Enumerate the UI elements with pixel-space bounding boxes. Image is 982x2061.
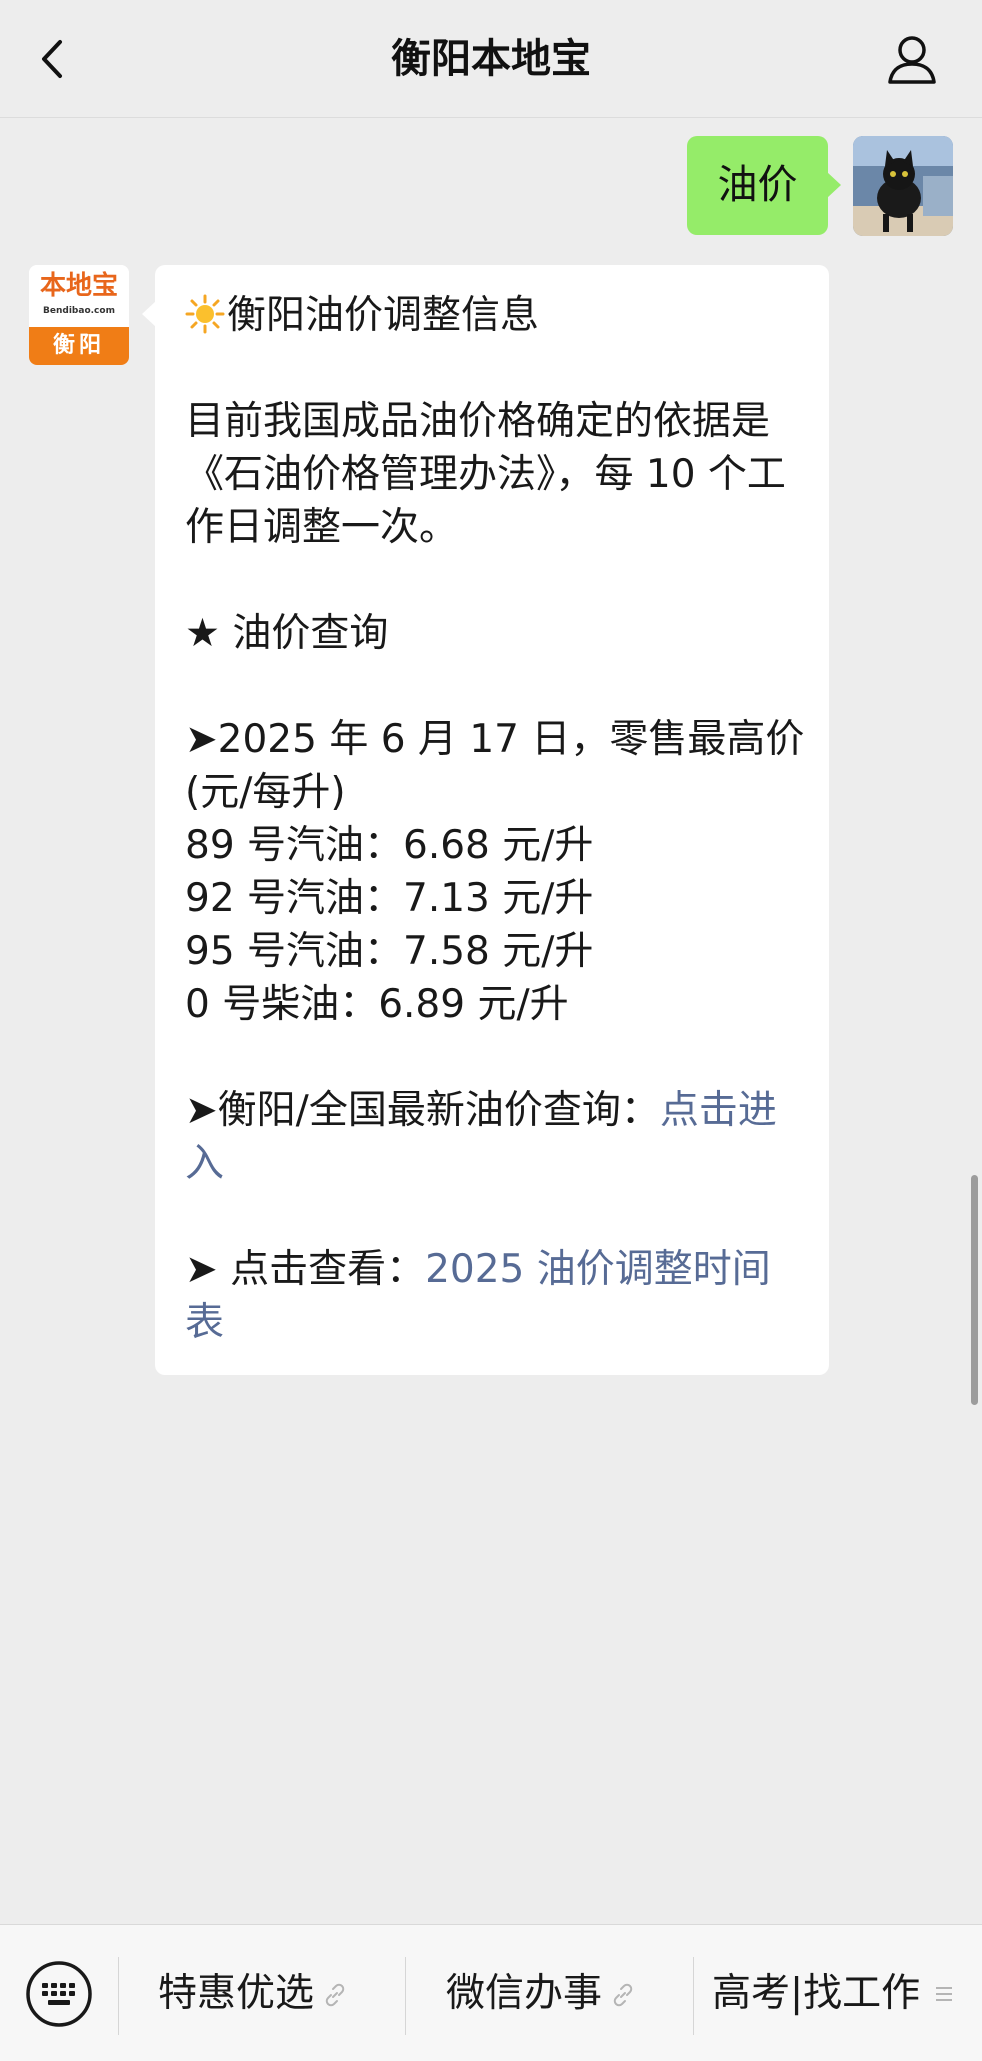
menu-item-wechat-services[interactable]: 微信办事	[446, 1925, 636, 2061]
price-line: 0 号柴油：6.89 元/升	[185, 982, 569, 1027]
menu-item-label: 特惠优选	[158, 1971, 315, 2016]
bottom-menu-bar: 特惠优选 微信办事 高考|找工作	[0, 1924, 982, 2061]
query-line-continued: 入	[185, 1137, 811, 1190]
user-avatar[interactable]	[853, 136, 953, 236]
date-line: (元/每升)	[185, 770, 346, 815]
query-prefix: ➤衡阳/全国最新油价查询：	[185, 1088, 660, 1133]
sun-icon	[185, 294, 225, 334]
menu-icon	[936, 1987, 953, 2001]
menu-item-gaokao-jobs[interactable]: 高考|找工作	[712, 1925, 954, 2061]
price-line: 95 号汽油：7.58 元/升	[185, 929, 594, 974]
black-cat-avatar-image	[853, 136, 953, 236]
view-prefix: ➤ 点击查看：	[185, 1247, 426, 1292]
keyboard-toggle-button[interactable]	[24, 1959, 94, 2029]
schedule-link-continued[interactable]: 表	[185, 1300, 224, 1345]
message-title-line: 衡阳油价调整信息	[185, 289, 811, 342]
person-icon	[888, 36, 936, 84]
keyboard-icon	[26, 1961, 92, 2027]
logo-sub: Bendibao.com	[43, 306, 115, 316]
intro-line: 《石油价格管理办法》，每 10 个工	[185, 452, 786, 497]
query-link-continued[interactable]: 入	[185, 1141, 224, 1186]
user-message-bubble[interactable]: 油价	[687, 136, 841, 235]
date-line: ➤2025 年 6 月 17 日，零售最高价	[185, 717, 805, 762]
view-line-continued: 表	[185, 1296, 811, 1349]
logo-name: 本地宝	[39, 271, 118, 301]
section-heading: ★ 油价查询	[185, 611, 389, 656]
link-icon	[613, 1983, 633, 2007]
menu-item-label: 高考|找工作	[712, 1971, 921, 2016]
official-message-bubble: 衡阳油价调整信息 目前我国成品油价格确定的依据是 《石油价格管理办法》，每 10…	[142, 265, 829, 1375]
logo-city: 衡阳	[29, 327, 129, 365]
menu-item-label: 微信办事	[446, 1971, 603, 2016]
scrollbar[interactable]	[971, 1175, 978, 1405]
intro-line: 目前我国成品油价格确定的依据是	[185, 399, 771, 444]
query-line: ➤衡阳/全国最新油价查询：点击进	[185, 1084, 811, 1137]
link-icon	[325, 1983, 345, 2007]
menu-item-deals[interactable]: 特惠优选	[158, 1925, 348, 2061]
official-account-avatar[interactable]: 本地宝 Bendibao.com 衡阳	[29, 265, 129, 365]
menu-divider	[405, 1957, 406, 2035]
view-line: ➤ 点击查看：2025 油价调整时间	[185, 1243, 811, 1296]
query-link[interactable]: 点击进	[660, 1088, 777, 1133]
schedule-link[interactable]: 2025 油价调整时间	[425, 1247, 771, 1292]
profile-button[interactable]	[880, 28, 944, 92]
logo-top: 本地宝 Bendibao.com	[29, 265, 129, 327]
user-message-text: 油价	[717, 162, 798, 208]
chat-screen: 衡阳本地宝 油价 本地宝 Bendibao.com 衡阳 衡阳油价调整信息 目前…	[0, 0, 982, 2061]
chat-header: 衡阳本地宝	[0, 0, 982, 118]
menu-divider	[693, 1957, 694, 2035]
price-line: 92 号汽油：7.13 元/升	[185, 876, 594, 921]
menu-divider	[118, 1957, 119, 2035]
page-title: 衡阳本地宝	[391, 36, 591, 82]
message-title: 衡阳油价调整信息	[227, 293, 540, 338]
price-line: 89 号汽油：6.68 元/升	[185, 823, 594, 868]
intro-line: 作日调整一次。	[185, 505, 459, 550]
